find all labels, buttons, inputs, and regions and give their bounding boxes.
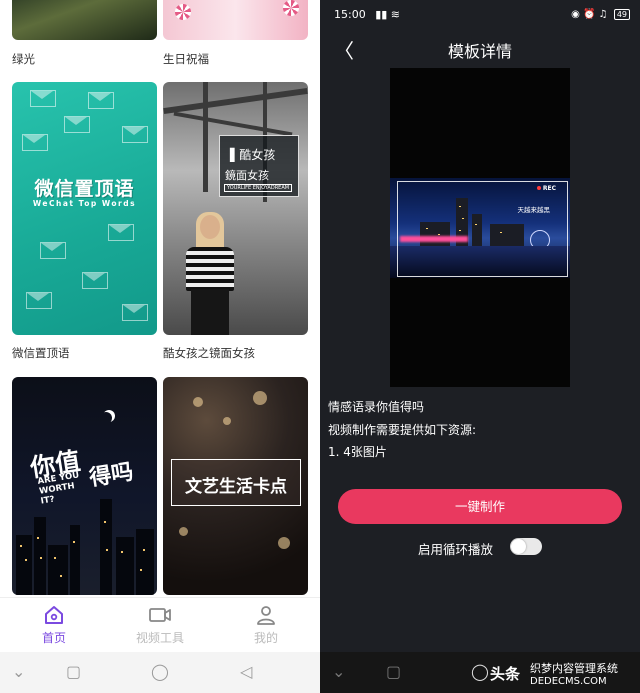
bokeh-light: [179, 527, 188, 536]
template-card-green-light[interactable]: [12, 0, 157, 40]
system-nav-bar: ⌄ ▢ ◯ 头条 织梦内容管理系统 DEDECMS.COM: [320, 652, 640, 693]
template-card-cool-girl[interactable]: ▌酷女孩 鏡面女孩 YOURLIFE ENJOYADREAM: [163, 82, 308, 335]
bokeh-light: [193, 397, 203, 407]
page-title: 模板详情: [447, 42, 512, 61]
back-triangle-icon[interactable]: ◁: [240, 662, 252, 681]
watermark-url: DEDECMS.COM: [530, 676, 607, 687]
tab-home[interactable]: 首页: [9, 604, 99, 646]
video-preview[interactable]: REC 天越来越黑: [390, 68, 570, 387]
template-description: 情感语录你值得吗: [328, 400, 425, 414]
home-button-icon[interactable]: ◯: [471, 662, 489, 681]
resource-item: 1. 4张图片: [328, 445, 387, 459]
thumb-title-box: ▌酷女孩 鏡面女孩 YOURLIFE ENJOYADREAM: [219, 135, 299, 197]
envelope-icon: [30, 90, 56, 107]
rec-indicator: REC: [536, 185, 556, 192]
envelope-icon: [26, 292, 52, 309]
city-building: [16, 535, 32, 595]
template-card-art-life[interactable]: 文艺生活卡点: [163, 377, 308, 595]
battery-icon: 49: [613, 9, 630, 20]
home-button-icon[interactable]: ◯: [151, 662, 169, 681]
record-dot-icon: [536, 186, 541, 190]
envelope-icon: [64, 116, 90, 133]
city-building: [70, 525, 80, 595]
bokeh-light: [278, 537, 290, 549]
template-label: 生日祝福: [163, 52, 209, 66]
bottom-tab-bar: 首页 视频工具 我的: [0, 597, 320, 652]
tab-mine[interactable]: 我的: [221, 604, 311, 646]
template-gallery-screen: 绿光 生日祝福 微信置顶语 WeChat Top Words ▌酷女孩 鏡面女孩…: [0, 0, 320, 693]
envelope-icon: [122, 304, 148, 321]
template-label: 绿光: [12, 52, 35, 66]
watermark-brand: 头条: [490, 665, 521, 683]
tab-label: 视频工具: [135, 631, 184, 645]
beam: [163, 87, 308, 115]
template-card-worth-it[interactable]: 你值 ARE YOU WORTH IT? 得吗: [12, 377, 157, 595]
moon-icon: [100, 412, 112, 424]
loop-label: 启用循环播放: [418, 542, 494, 557]
thumb-caption: ARE YOU WORTH IT?: [36, 470, 80, 507]
chevron-down-icon[interactable]: ⌄: [12, 662, 25, 681]
status-icon-group: ◉ ⏰ ♫: [571, 9, 608, 20]
tab-label: 首页: [41, 631, 66, 645]
city-building: [116, 537, 134, 595]
girl-figure: [191, 289, 229, 335]
system-nav-bar: ⌄ ▢ ◯ ◁: [0, 652, 320, 693]
recents-icon[interactable]: ▢: [66, 662, 81, 681]
toggle-knob: [511, 539, 526, 554]
candy-icon: [283, 0, 299, 16]
home-icon: [45, 606, 63, 624]
envelope-icon: [88, 92, 114, 109]
girl-figure: [200, 215, 220, 239]
chevron-down-icon[interactable]: ⌄: [332, 662, 345, 681]
camera-frame: [397, 181, 568, 277]
template-card-birthday[interactable]: [163, 0, 308, 40]
candy-icon: [175, 4, 191, 20]
status-icons: ◉ ⏰ ♫ 49: [571, 9, 630, 20]
video-tool-icon: [149, 608, 171, 622]
envelope-icon: [122, 126, 148, 143]
status-time: 15:00 ▮▮ ≋: [334, 8, 401, 21]
thumb-subtitle: 鏡面女孩: [225, 169, 269, 182]
tab-video-tools[interactable]: 视频工具: [115, 604, 205, 646]
recents-icon[interactable]: ▢: [386, 662, 401, 681]
beam: [173, 111, 293, 137]
envelope-icon: [82, 272, 108, 289]
thumb-subtitle: WeChat Top Words: [32, 199, 137, 208]
thumb-title-box: 文艺生活卡点: [171, 459, 301, 506]
video-frame: REC 天越来越黑: [390, 178, 570, 278]
create-button[interactable]: 一键制作: [338, 489, 622, 524]
thumb-title: ▌酷女孩: [230, 148, 276, 162]
watermark-text: 织梦内容管理系统: [530, 662, 618, 675]
tab-label: 我的: [253, 631, 278, 645]
thumb-title: 得吗: [87, 459, 136, 492]
template-card-wechat-top-words[interactable]: 微信置顶语 WeChat Top Words: [12, 82, 157, 335]
city-building: [136, 529, 154, 595]
loop-toggle[interactable]: [510, 538, 542, 555]
template-label: 微信置顶语: [12, 346, 70, 360]
bokeh-light: [253, 391, 267, 405]
thumb-caption: YOURLIFE ENJOYADREAM: [224, 184, 293, 192]
thumb-title: 文艺生活卡点: [185, 477, 287, 497]
resources-heading: 视频制作需要提供如下资源:: [328, 423, 477, 437]
girl-figure: [186, 247, 234, 291]
city-building: [34, 517, 46, 595]
profile-icon: [257, 606, 275, 625]
thumb-title: 微信置顶语: [34, 178, 135, 200]
envelope-icon: [108, 224, 134, 241]
bokeh-light: [223, 417, 231, 425]
city-building: [100, 499, 112, 595]
template-detail-screen: 15:00 ▮▮ ≋ ◉ ⏰ ♫ 49 〈 模板详情 REC 天越来越黑 情感语: [320, 0, 640, 693]
signal-icon: ▮▮ ≋: [375, 8, 401, 21]
city-building: [48, 545, 68, 595]
beam: [203, 82, 208, 192]
video-overlay-text: 天越来越黑: [517, 206, 551, 214]
envelope-icon: [22, 134, 48, 151]
envelope-icon: [40, 242, 66, 259]
template-label: 酷女孩之镜面女孩: [163, 346, 255, 360]
